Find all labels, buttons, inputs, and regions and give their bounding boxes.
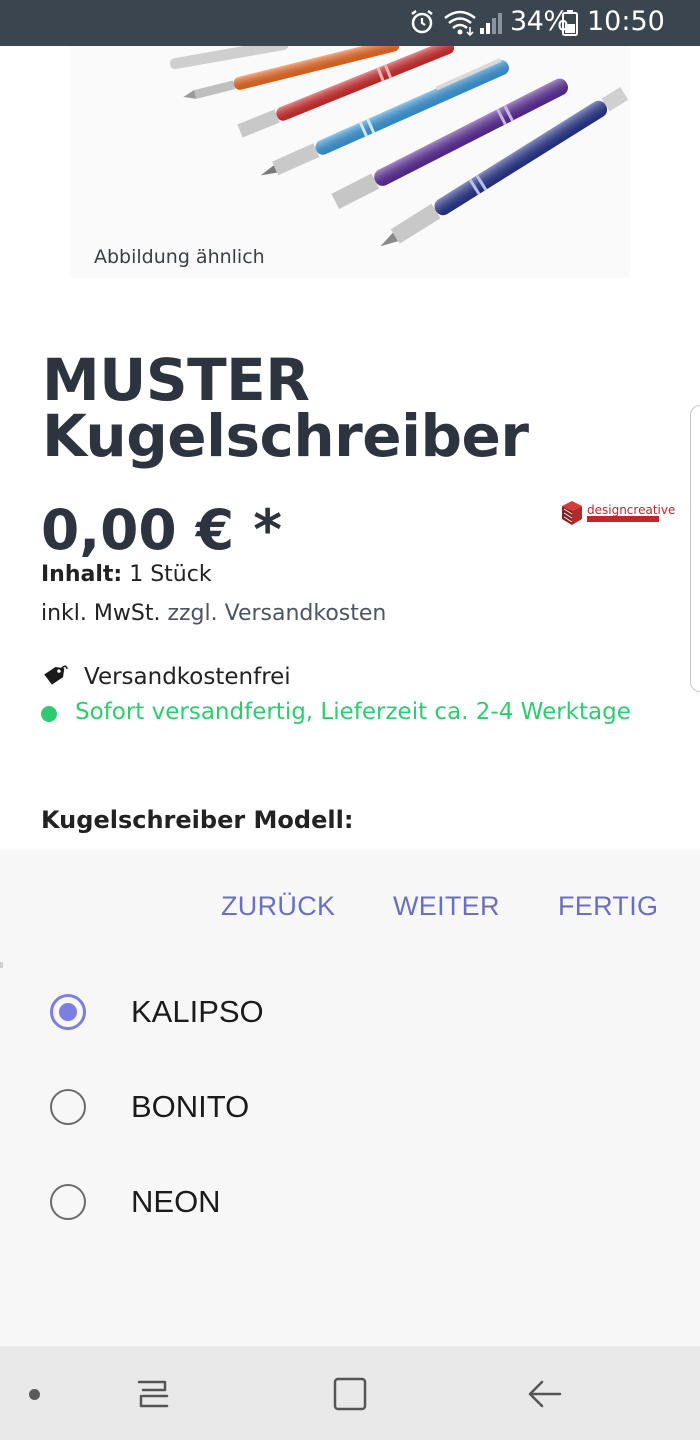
brand-tagline-bar — [587, 516, 659, 522]
product-image — [70, 46, 630, 278]
option-neon[interactable]: NEON — [0, 1158, 700, 1248]
content-label: Inhalt: — [41, 562, 123, 587]
battery-percent: 34% — [510, 6, 569, 37]
model-label: Kugelschreiber Modell: — [41, 806, 354, 834]
next-button[interactable]: WEITER — [393, 891, 500, 922]
brand-cube-icon — [562, 501, 582, 525]
back-button[interactable]: ZURÜCK — [221, 891, 335, 922]
option-bonito[interactable]: BONITO — [0, 1063, 700, 1153]
option-label: KALIPSO — [131, 994, 264, 1029]
edge-panel-handle[interactable] — [690, 405, 700, 692]
home-icon[interactable] — [330, 1376, 370, 1412]
product-title-line2: Kugelschreiber — [42, 402, 529, 470]
price-tag-icon — [44, 665, 68, 685]
free-shipping-label: Versandkostenfrei — [84, 664, 291, 690]
tax-text: inkl. MwSt. — [41, 601, 168, 626]
content-info: Inhalt: 1 Stück — [41, 562, 212, 587]
brand-name: designcreative — [587, 503, 676, 517]
back-icon[interactable] — [526, 1376, 566, 1412]
option-label: NEON — [131, 1184, 221, 1219]
content-value: 1 Stück — [122, 562, 212, 587]
clock: 10:50 — [587, 6, 665, 37]
recent-apps-icon[interactable] — [133, 1376, 173, 1412]
radio-checked-icon[interactable] — [50, 994, 86, 1030]
product-title: MUSTER Kugelschreiber — [42, 346, 642, 470]
nav-dot-icon[interactable] — [29, 1389, 40, 1400]
option-label: BONITO — [131, 1089, 250, 1124]
shipping-costs-link[interactable]: zzgl. Versandkosten — [167, 601, 386, 626]
radio-unchecked-icon[interactable] — [50, 1184, 86, 1220]
done-button[interactable]: FERTIG — [558, 891, 658, 922]
brand-logo[interactable]: designcreative — [561, 500, 675, 530]
alarm-icon — [411, 10, 433, 34]
radio-unchecked-icon[interactable] — [50, 1089, 86, 1125]
status-bar: 34% 10:50 — [0, 0, 700, 46]
signal-icon — [480, 13, 502, 34]
wifi-icon — [444, 10, 476, 37]
availability-text: Sofort versandfertig, Lieferzeit ca. 2-4… — [75, 699, 631, 725]
product-price: 0,00 € * — [41, 498, 283, 562]
tax-info: inkl. MwSt. zzgl. Versandkosten — [41, 601, 386, 626]
option-kalipso[interactable]: KALIPSO — [0, 968, 700, 1058]
product-title-line1: MUSTER — [42, 346, 310, 414]
image-caption: Abbildung ähnlich — [94, 246, 265, 268]
availability-dot-icon — [41, 706, 57, 722]
battery-icon — [562, 10, 578, 36]
